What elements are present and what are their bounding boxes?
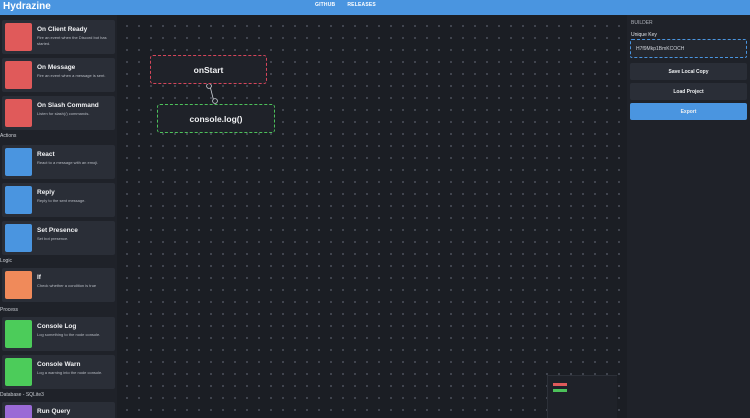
section-label-logic: Logic <box>0 258 12 264</box>
node-card-title: Set Presence <box>37 227 78 234</box>
node-card-set-presence[interactable]: Set Presence Set bot presence. <box>2 221 115 255</box>
node-card-if[interactable]: If Check whether a condition is true <box>2 268 115 302</box>
node-card-desc: Log something to the node console. <box>37 332 101 337</box>
node-card-title: Reply <box>37 189 55 196</box>
process-node-swatch <box>5 358 32 386</box>
event-node-swatch <box>5 99 32 127</box>
node-card-desc: Fire an event when the Discord bot has s… <box>37 35 107 46</box>
node-card-title: On Client Ready <box>37 26 88 33</box>
node-card-title: If <box>37 274 41 281</box>
node-card-desc: Check whether a condition is true <box>37 283 97 288</box>
load-project-button[interactable]: Load Project <box>630 83 747 100</box>
event-node-swatch <box>5 23 32 51</box>
database-node-swatch <box>5 405 32 418</box>
save-local-copy-button[interactable]: Save Local Copy <box>630 63 747 80</box>
node-card-run-query[interactable]: Run Query <box>2 402 115 418</box>
top-bar: Hydrazine GITHUB RELEASES <box>0 0 750 15</box>
node-card-title: Run Query <box>37 408 71 415</box>
action-node-swatch <box>5 148 32 176</box>
node-card-on-slash-command[interactable]: On Slash Command Listen for slash(/) com… <box>2 96 115 130</box>
section-label-process: Process <box>0 307 19 313</box>
export-button[interactable]: Export <box>630 103 747 120</box>
builder-header: BUILDER <box>631 20 653 26</box>
process-node-swatch <box>5 320 32 348</box>
node-card-react[interactable]: React React to a message with an emoji. <box>2 145 115 179</box>
top-nav: GITHUB RELEASES <box>315 2 376 8</box>
node-card-desc: Set bot presence. <box>37 236 69 241</box>
node-card-title: Console Log <box>37 323 77 330</box>
section-label-actions: Actions <box>0 133 17 139</box>
node-palette-sidebar: On Client Ready Fire an event when the D… <box>0 15 117 418</box>
node-card-title: On Slash Command <box>37 102 99 109</box>
action-node[interactable]: console.log() <box>157 104 275 133</box>
unique-key-input[interactable] <box>630 39 747 58</box>
nav-github-link[interactable]: GITHUB <box>315 2 335 8</box>
node-card-title: React <box>37 151 55 158</box>
logic-node-swatch <box>5 271 32 299</box>
node-card-reply[interactable]: Reply Reply to the sent message. <box>2 183 115 217</box>
node-card-on-client-ready[interactable]: On Client Ready Fire an event when the D… <box>2 20 115 54</box>
app-title: Hydrazine <box>3 1 51 12</box>
node-card-desc: Log a warning into the node console. <box>37 370 103 375</box>
node-card-console-warn[interactable]: Console Warn Log a warning into the node… <box>2 355 115 389</box>
action-node-swatch <box>5 224 32 252</box>
nav-releases-link[interactable]: RELEASES <box>347 2 376 8</box>
builder-panel: BUILDER Unique Key Save Local Copy Load … <box>627 15 750 418</box>
section-label-database: Database - SQLite3 <box>0 392 44 398</box>
action-node-swatch <box>5 186 32 214</box>
minimap-action-node <box>553 389 567 392</box>
minimap[interactable] <box>547 375 617 418</box>
minimap-event-node <box>553 383 567 386</box>
event-node-swatch <box>5 61 32 89</box>
node-card-desc: React to a message with an emoji. <box>37 160 99 165</box>
unique-key-label: Unique Key <box>631 32 657 38</box>
node-card-on-message[interactable]: On Message Fire an event when a message … <box>2 58 115 92</box>
node-card-console-log[interactable]: Console Log Log something to the node co… <box>2 317 115 351</box>
node-card-title: On Message <box>37 64 76 71</box>
node-card-desc: Reply to the sent message. <box>37 198 86 203</box>
node-card-desc: Listen for slash(/) commands. <box>37 111 90 116</box>
node-card-title: Console Warn <box>37 361 81 368</box>
event-node[interactable]: onStart <box>150 55 267 84</box>
node-card-desc: Fire an event when a message is sent. <box>37 73 106 78</box>
